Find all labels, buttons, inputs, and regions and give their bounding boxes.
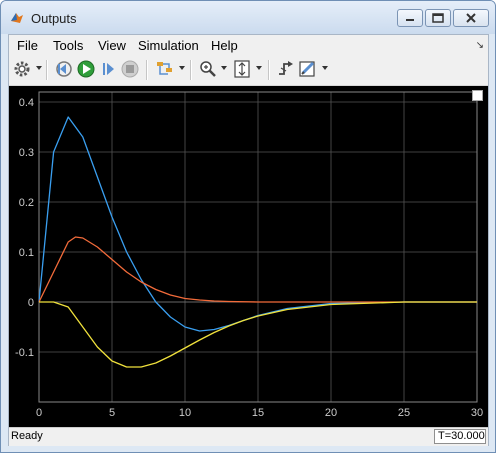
x-tick-label: 15 [252,407,264,419]
x-tick-label: 5 [109,407,115,419]
x-tick-label: 30 [471,407,483,419]
restore-layout-icon[interactable] [472,90,483,101]
fit-axes-dropdown-icon[interactable] [256,66,262,70]
toolbar [9,55,488,86]
menu-tools[interactable]: Tools [53,38,83,53]
status-text: Ready [11,430,43,442]
settings-icon [14,61,30,77]
settings-button[interactable] [12,58,34,80]
run-icon [77,60,95,78]
step-forward-icon [103,63,114,75]
y-tick-label: -0.1 [15,347,34,359]
simulation-time: T=30.000 [434,429,486,444]
x-tick-label: 10 [179,407,191,419]
close-icon [466,13,476,23]
style-button[interactable] [297,58,319,80]
menu-help[interactable]: Help [211,38,238,53]
fit-axes-icon [234,60,250,78]
menu-view[interactable]: View [98,38,126,53]
run-button[interactable] [75,58,97,80]
style-dropdown-icon[interactable] [322,66,328,70]
y-tick-label: 0.2 [19,197,34,209]
x-tick-label: 0 [36,407,42,419]
stop-icon [121,60,139,78]
y-tick-label: 0.4 [19,97,34,109]
toolbar-separator [190,60,192,80]
zoom-dropdown-icon[interactable] [221,66,227,70]
zoom-button[interactable] [197,58,219,80]
menu-file[interactable]: File [17,38,38,53]
maximize-icon [432,13,444,23]
plot-area[interactable]: 0 5 10 15 20 25 30 -0.1 0 0.1 0.2 0.3 0.4 [9,86,488,430]
highlight-dropdown-icon[interactable] [179,66,185,70]
trigger-button[interactable] [275,58,297,80]
highlight-icon [157,62,172,75]
fit-axes-button[interactable] [231,58,253,80]
minimize-icon [406,19,414,21]
highlight-signal-button[interactable] [154,58,176,80]
x-tick-label: 20 [325,407,337,419]
window-title: Outputs [31,11,77,26]
menu-bar: File Tools View Simulation Help ↘ [9,35,488,55]
step-forward-button[interactable] [97,58,119,80]
settings-dropdown-icon[interactable] [36,66,42,70]
toolbar-separator [146,60,148,80]
y-tick-label: 0.3 [19,147,34,159]
scope-content: File Tools View Simulation Help ↘ 0 5 10… [8,34,489,446]
zoom-icon [200,61,216,77]
status-bar: Ready T=30.000 [9,427,488,446]
y-tick-label: 0.1 [19,247,34,259]
close-button[interactable] [453,9,489,27]
menu-overflow-icon[interactable]: ↘ [476,40,484,51]
title-bar[interactable]: Outputs [1,1,495,34]
scope-window: Outputs File Tools View Simulation Help … [0,0,496,453]
maximize-button[interactable] [425,9,451,27]
toolbar-separator [46,60,48,80]
toolbar-separator [268,60,270,80]
x-tick-label: 25 [398,407,410,419]
minimize-button[interactable] [397,9,423,27]
step-back-button[interactable] [53,58,75,80]
step-back-icon [56,61,72,77]
matlab-icon [11,13,23,23]
stop-button[interactable] [119,58,141,80]
style-icon [299,61,315,77]
y-tick-label: 0 [28,297,34,309]
menu-simulation[interactable]: Simulation [138,38,199,53]
line-chart: 0 5 10 15 20 25 30 -0.1 0 0.1 0.2 0.3 0.4 [15,91,483,419]
trigger-icon [279,61,293,75]
